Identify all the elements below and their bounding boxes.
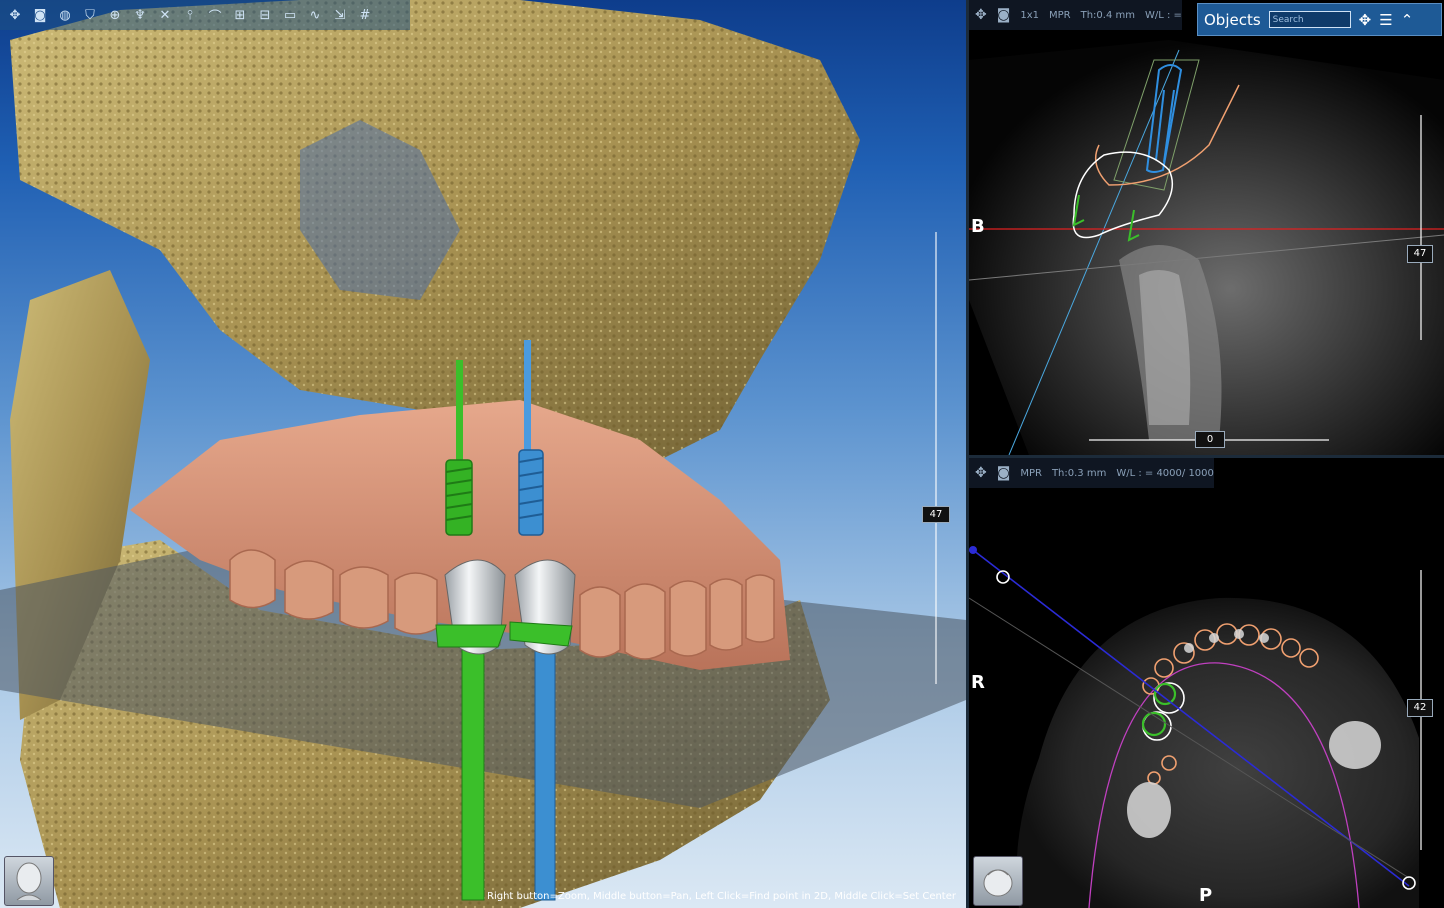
tooth-icon[interactable]: ♆ xyxy=(129,4,151,26)
axial-orientation-button[interactable] xyxy=(973,856,1023,906)
head-orientation-button[interactable] xyxy=(4,856,54,906)
grid-icon[interactable]: # xyxy=(354,4,376,26)
orientation-left: R xyxy=(971,672,985,693)
top-vertical-slider[interactable] xyxy=(1420,115,1422,340)
cross-section-panel[interactable]: ✥ ◙ 1x1 MPR Th:0.4 mm W/L : = B A 47 0 xyxy=(969,0,1444,455)
list-icon[interactable]: ☰ xyxy=(1379,11,1392,29)
globe-icon[interactable]: ◍ xyxy=(54,4,76,26)
cross-section-toolbar: ✥ ◙ 1x1 MPR Th:0.4 mm W/L : = xyxy=(969,0,1182,30)
arch-icon[interactable]: ⌒ xyxy=(204,4,226,26)
orientation-bottom: P xyxy=(1199,885,1213,906)
3d-viewport[interactable]: ✥ ◙ ◍ ⛉ ⊕ ♆ ✕ ⫯ ⌒ ⊞ ⊟ ▭ ∿ ⇲ # 47 Right b… xyxy=(0,0,966,908)
3d-toolbar: ✥ ◙ ◍ ⛉ ⊕ ♆ ✕ ⫯ ⌒ ⊞ ⊟ ▭ ∿ ⇲ # xyxy=(0,0,410,30)
camera-icon[interactable]: ◙ xyxy=(997,465,1011,481)
axial-image[interactable] xyxy=(969,458,1444,908)
top-horizontal-slider-value[interactable]: 0 xyxy=(1195,431,1225,448)
export-icon[interactable]: ⇲ xyxy=(329,4,351,26)
screen-icon[interactable]: ▭ xyxy=(279,4,301,26)
3d-volume-render[interactable] xyxy=(0,0,966,908)
top-vertical-slider-value[interactable]: 47 xyxy=(1407,245,1433,263)
curve-icon[interactable]: ∿ xyxy=(304,4,326,26)
implant-icon[interactable]: ⫯ xyxy=(179,4,201,26)
move-icon[interactable]: ✥ xyxy=(975,465,987,481)
bottom-vertical-slider-value[interactable]: 42 xyxy=(1407,699,1433,717)
ruler-icon[interactable]: ⊞ xyxy=(229,4,251,26)
camera-icon[interactable]: ◙ xyxy=(997,7,1011,23)
layout-label[interactable]: 1x1 xyxy=(1020,10,1039,21)
objects-panel: Objects ✥ ☰ ⌃ xyxy=(1197,3,1442,36)
camera-icon[interactable]: ◙ xyxy=(29,4,51,26)
wl-label[interactable]: W/L : = 4000/ 1000 xyxy=(1116,468,1214,479)
head-top-icon xyxy=(983,869,1013,897)
crosshair-icon[interactable]: ⊕ xyxy=(104,4,126,26)
3d-slice-slider[interactable] xyxy=(935,232,937,684)
axial-toolbar: ✥ ◙ MPR Th:0.3 mm W/L : = 4000/ 1000 xyxy=(969,458,1214,488)
mode-label[interactable]: MPR xyxy=(1049,10,1071,21)
wl-label[interactable]: W/L : = xyxy=(1145,10,1182,21)
objects-title[interactable]: Objects xyxy=(1204,11,1261,29)
3d-slice-slider-value[interactable]: 47 xyxy=(922,506,950,523)
mouse-hint: Right button=Zoom, Middle button=Pan, Le… xyxy=(487,891,956,902)
shield-icon[interactable]: ⛉ xyxy=(79,4,101,26)
move-icon[interactable]: ✥ xyxy=(975,7,987,23)
orientation-left: B xyxy=(971,216,985,237)
thickness-label[interactable]: Th:0.3 mm xyxy=(1052,468,1106,479)
axial-panel[interactable]: ✥ ◙ MPR Th:0.3 mm W/L : = 4000/ 1000 R P… xyxy=(969,458,1444,908)
objects-search-input[interactable] xyxy=(1268,11,1351,28)
sleeve-left xyxy=(435,624,507,648)
blue-implant-body xyxy=(518,449,544,536)
move-icon[interactable]: ✥ xyxy=(4,4,26,26)
cross-section-image[interactable] xyxy=(969,0,1444,455)
chevron-up-icon[interactable]: ⌃ xyxy=(1401,11,1414,29)
dental-implant-planner: ✥ ◙ ◍ ⛉ ⊕ ♆ ✕ ⫯ ⌒ ⊞ ⊟ ▭ ∿ ⇲ # 47 Right b… xyxy=(0,0,1444,908)
close-icon[interactable]: ✕ xyxy=(154,4,176,26)
thickness-label[interactable]: Th:0.4 mm xyxy=(1081,10,1135,21)
move-icon[interactable]: ✥ xyxy=(1359,11,1372,29)
mode-label[interactable]: MPR xyxy=(1020,468,1042,479)
measure-icon[interactable]: ⊟ xyxy=(254,4,276,26)
head-icon xyxy=(16,862,42,901)
